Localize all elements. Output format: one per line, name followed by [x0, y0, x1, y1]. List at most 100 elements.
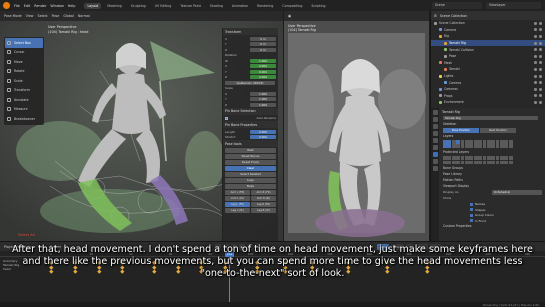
layer-toggle[interactable] — [495, 156, 500, 160]
layer-toggle[interactable] — [482, 160, 487, 165]
tool-measure[interactable]: Measure — [5, 105, 43, 115]
camera-restrict-icon[interactable] — [539, 74, 542, 78]
layer-toggle[interactable] — [464, 156, 469, 160]
layer-toggle[interactable] — [473, 156, 478, 160]
layer-toggle[interactable] — [469, 144, 474, 149]
layer-toggle[interactable] — [443, 144, 447, 149]
layer-toggle[interactable] — [504, 160, 509, 165]
rest-position-button[interactable]: Rest Position — [480, 127, 516, 133]
tab-modeling[interactable]: Modeling — [104, 3, 125, 9]
layer-toggle[interactable] — [447, 156, 452, 160]
layer-toggle[interactable] — [500, 144, 504, 149]
layer-toggle[interactable] — [491, 156, 496, 160]
layer-toggle[interactable] — [469, 140, 474, 144]
layer-toggle[interactable] — [451, 144, 456, 149]
custom-properties-section[interactable]: Custom Properties — [440, 223, 545, 229]
display-as-select[interactable]: Octahedral — [492, 190, 542, 195]
rotation-mode-select[interactable]: Quaternion (WXYZ) — [225, 80, 275, 85]
camera-restrict-icon[interactable] — [539, 81, 542, 85]
layer-toggle[interactable] — [495, 140, 500, 144]
layer-toggle[interactable] — [486, 140, 491, 144]
scale-z-field[interactable]: 1.000 — [250, 102, 276, 107]
snap-button[interactable]: Snap — [225, 178, 276, 183]
eye-icon[interactable] — [534, 34, 537, 38]
eye-icon[interactable] — [534, 94, 537, 98]
constraint-tab-icon[interactable] — [432, 166, 438, 171]
camera-restrict-icon[interactable] — [539, 87, 542, 91]
tab-shading[interactable]: Shading — [207, 3, 226, 9]
rotation-w-field[interactable]: 1.000 — [250, 58, 276, 63]
scene-props-tab-icon[interactable] — [432, 131, 438, 136]
clear-button[interactable]: Clear — [225, 166, 276, 171]
layer-toggle[interactable] — [447, 160, 452, 165]
reset-props-button[interactable]: Reset Props — [225, 160, 276, 165]
eye-icon[interactable] — [534, 48, 537, 52]
layer-toggle[interactable] — [508, 144, 513, 149]
layer-toggle[interactable] — [456, 160, 460, 165]
eye-icon[interactable] — [534, 61, 537, 65]
menu-edit[interactable]: Edit — [24, 4, 31, 8]
rotation-z-field[interactable]: 0.000 — [250, 75, 276, 80]
camera-restrict-icon[interactable] — [539, 67, 542, 71]
tab-sculpting[interactable]: Sculpting — [128, 3, 149, 9]
scale-x-field[interactable]: 1.000 — [250, 91, 276, 96]
outliner-item[interactable]: Tamaki Rig — [431, 39, 545, 47]
arm-r-ik-button[interactable]: Arm R (IK) — [251, 196, 276, 201]
layer-toggle[interactable] — [478, 144, 482, 149]
tool-breakdowner[interactable]: Breakdowner — [5, 114, 43, 124]
eye-icon[interactable] — [534, 28, 537, 32]
bone-layers-grid[interactable] — [440, 139, 545, 149]
world-props-tab-icon[interactable] — [432, 138, 438, 143]
leg-r-fk-button[interactable]: Leg R (FK) — [251, 202, 276, 207]
tab-animation[interactable]: Animation — [229, 3, 251, 9]
tool-move[interactable]: Move — [5, 57, 43, 67]
tab-layout[interactable]: Layout — [84, 2, 102, 9]
eye-icon[interactable] — [534, 21, 537, 25]
tab-scripting[interactable]: Scripting — [308, 3, 328, 9]
layer-toggle[interactable] — [486, 160, 491, 165]
outliner-item[interactable]: Rig — [431, 33, 545, 40]
transform-panel-title[interactable]: Transform — [223, 28, 278, 35]
tab-compositing[interactable]: Compositing — [279, 3, 305, 9]
leg-l-fk-button[interactable]: Leg L (FK) — [225, 202, 250, 207]
location-y-field[interactable]: 0 m — [250, 42, 276, 47]
outliner-display-icon[interactable]: ☰ — [434, 14, 437, 18]
outliner-item[interactable]: Lights — [431, 73, 545, 80]
layer-toggle[interactable] — [495, 160, 500, 165]
layer-toggle[interactable] — [460, 160, 465, 165]
eye-icon[interactable] — [534, 87, 537, 91]
outliner-item[interactable]: Props — [431, 93, 545, 100]
mode-selector[interactable]: Pose Mode — [4, 14, 22, 18]
menu-file[interactable]: File — [14, 4, 20, 8]
rest-button[interactable]: Rest — [225, 148, 276, 153]
render-props-tab-icon[interactable] — [432, 117, 438, 122]
eye-icon[interactable] — [534, 54, 537, 58]
layer-toggle[interactable] — [451, 140, 456, 144]
outliner-item[interactable]: Camera — [431, 79, 545, 86]
tool-scale[interactable]: Scale — [5, 76, 43, 86]
layer-toggle[interactable] — [473, 160, 478, 165]
eye-icon[interactable] — [534, 67, 537, 71]
scale-y-field[interactable]: 1.000 — [250, 97, 276, 102]
camera-restrict-icon[interactable] — [539, 41, 542, 45]
pin-panel-title[interactable]: Pin Bone Selection — [223, 107, 278, 115]
bake-button[interactable]: Bake — [225, 184, 276, 189]
layer-toggle[interactable] — [443, 160, 447, 165]
pivot-selector[interactable]: Normal — [78, 14, 90, 18]
outliner-item[interactable]: Pose — [431, 53, 545, 60]
layer-toggle[interactable] — [464, 140, 469, 144]
tool-select-box[interactable]: Select Box — [5, 38, 43, 48]
layer-toggle[interactable] — [500, 160, 504, 165]
layer-toggle[interactable] — [491, 140, 496, 144]
layer-toggle[interactable] — [491, 144, 496, 149]
layer-toggle[interactable] — [447, 144, 452, 149]
leg-l-ik-button[interactable]: Leg L (IK) — [225, 208, 250, 213]
pose-menu[interactable]: Pose — [52, 14, 60, 18]
camera-view-icon[interactable]: ▣ — [288, 14, 291, 18]
camera-restrict-icon[interactable] — [539, 34, 542, 38]
layer-toggle[interactable] — [478, 160, 482, 165]
rotation-y-field[interactable]: 0.000 — [250, 69, 276, 74]
layer-toggle[interactable] — [473, 144, 478, 149]
camera-restrict-icon[interactable] — [539, 61, 542, 65]
layer-toggle[interactable] — [460, 156, 465, 160]
